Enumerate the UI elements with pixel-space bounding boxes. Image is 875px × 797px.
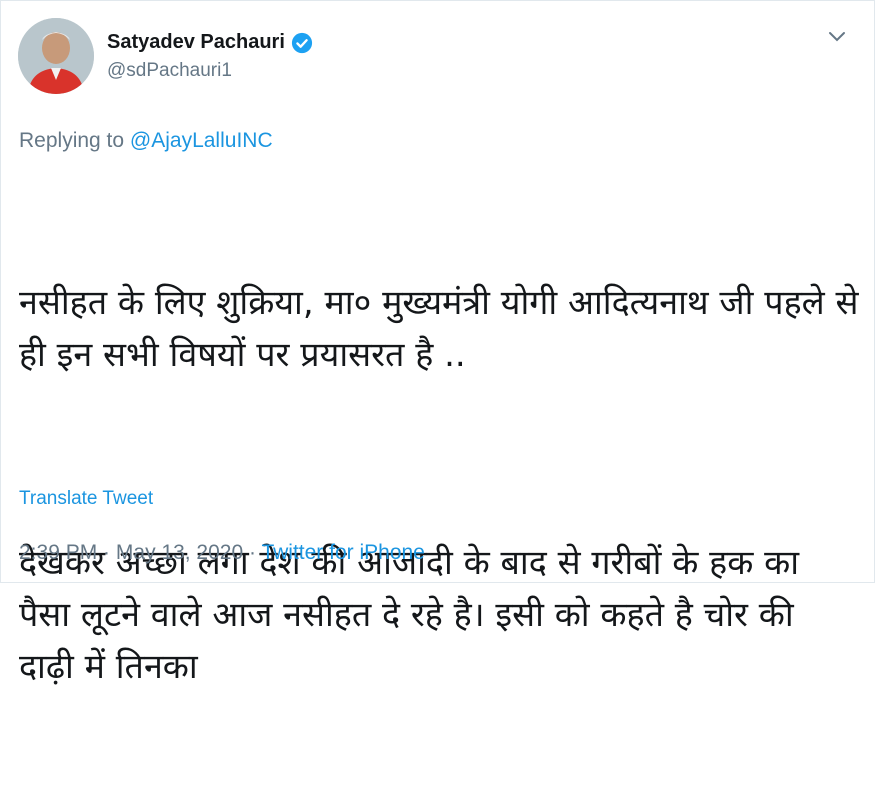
tweet-time[interactable]: 2:39 PM [19, 541, 97, 564]
verified-badge-icon [291, 32, 312, 53]
meta-separator-1: · [97, 541, 116, 564]
reply-prefix: Replying to [19, 129, 125, 152]
handle[interactable]: @sdPachauri1 [107, 60, 313, 82]
tweet-meta: 2:39 PM · May 13, 2020 · Twitter for iPh… [19, 541, 425, 565]
person-avatar-icon [18, 18, 94, 94]
meta-separator-2: · [243, 541, 262, 564]
avatar[interactable] [18, 18, 94, 94]
author-block: Satyadev Pachauri @sdPachauri1 [107, 31, 313, 82]
replying-to: Replying to @AjayLalluINC [19, 129, 273, 153]
translate-tweet-link[interactable]: Translate Tweet [19, 488, 153, 510]
tweet-source-link[interactable]: Twitter for iPhone [261, 541, 424, 564]
chevron-down-icon[interactable] [828, 31, 846, 43]
reply-target-link[interactable]: @AjayLalluINC [130, 129, 273, 152]
display-name[interactable]: Satyadev Pachauri [107, 31, 285, 54]
tweet-text: नसीहत के लिए शुक्रिया, मा० मुख्यमंत्री य… [19, 173, 859, 797]
tweet-date[interactable]: May 13, 2020 [116, 541, 243, 564]
tweet-card: Satyadev Pachauri @sdPachauri1 Replying … [0, 0, 875, 687]
tweet-paragraph-1: नसीहत के लिए शुक्रिया, मा० मुख्यमंत्री य… [19, 283, 870, 375]
